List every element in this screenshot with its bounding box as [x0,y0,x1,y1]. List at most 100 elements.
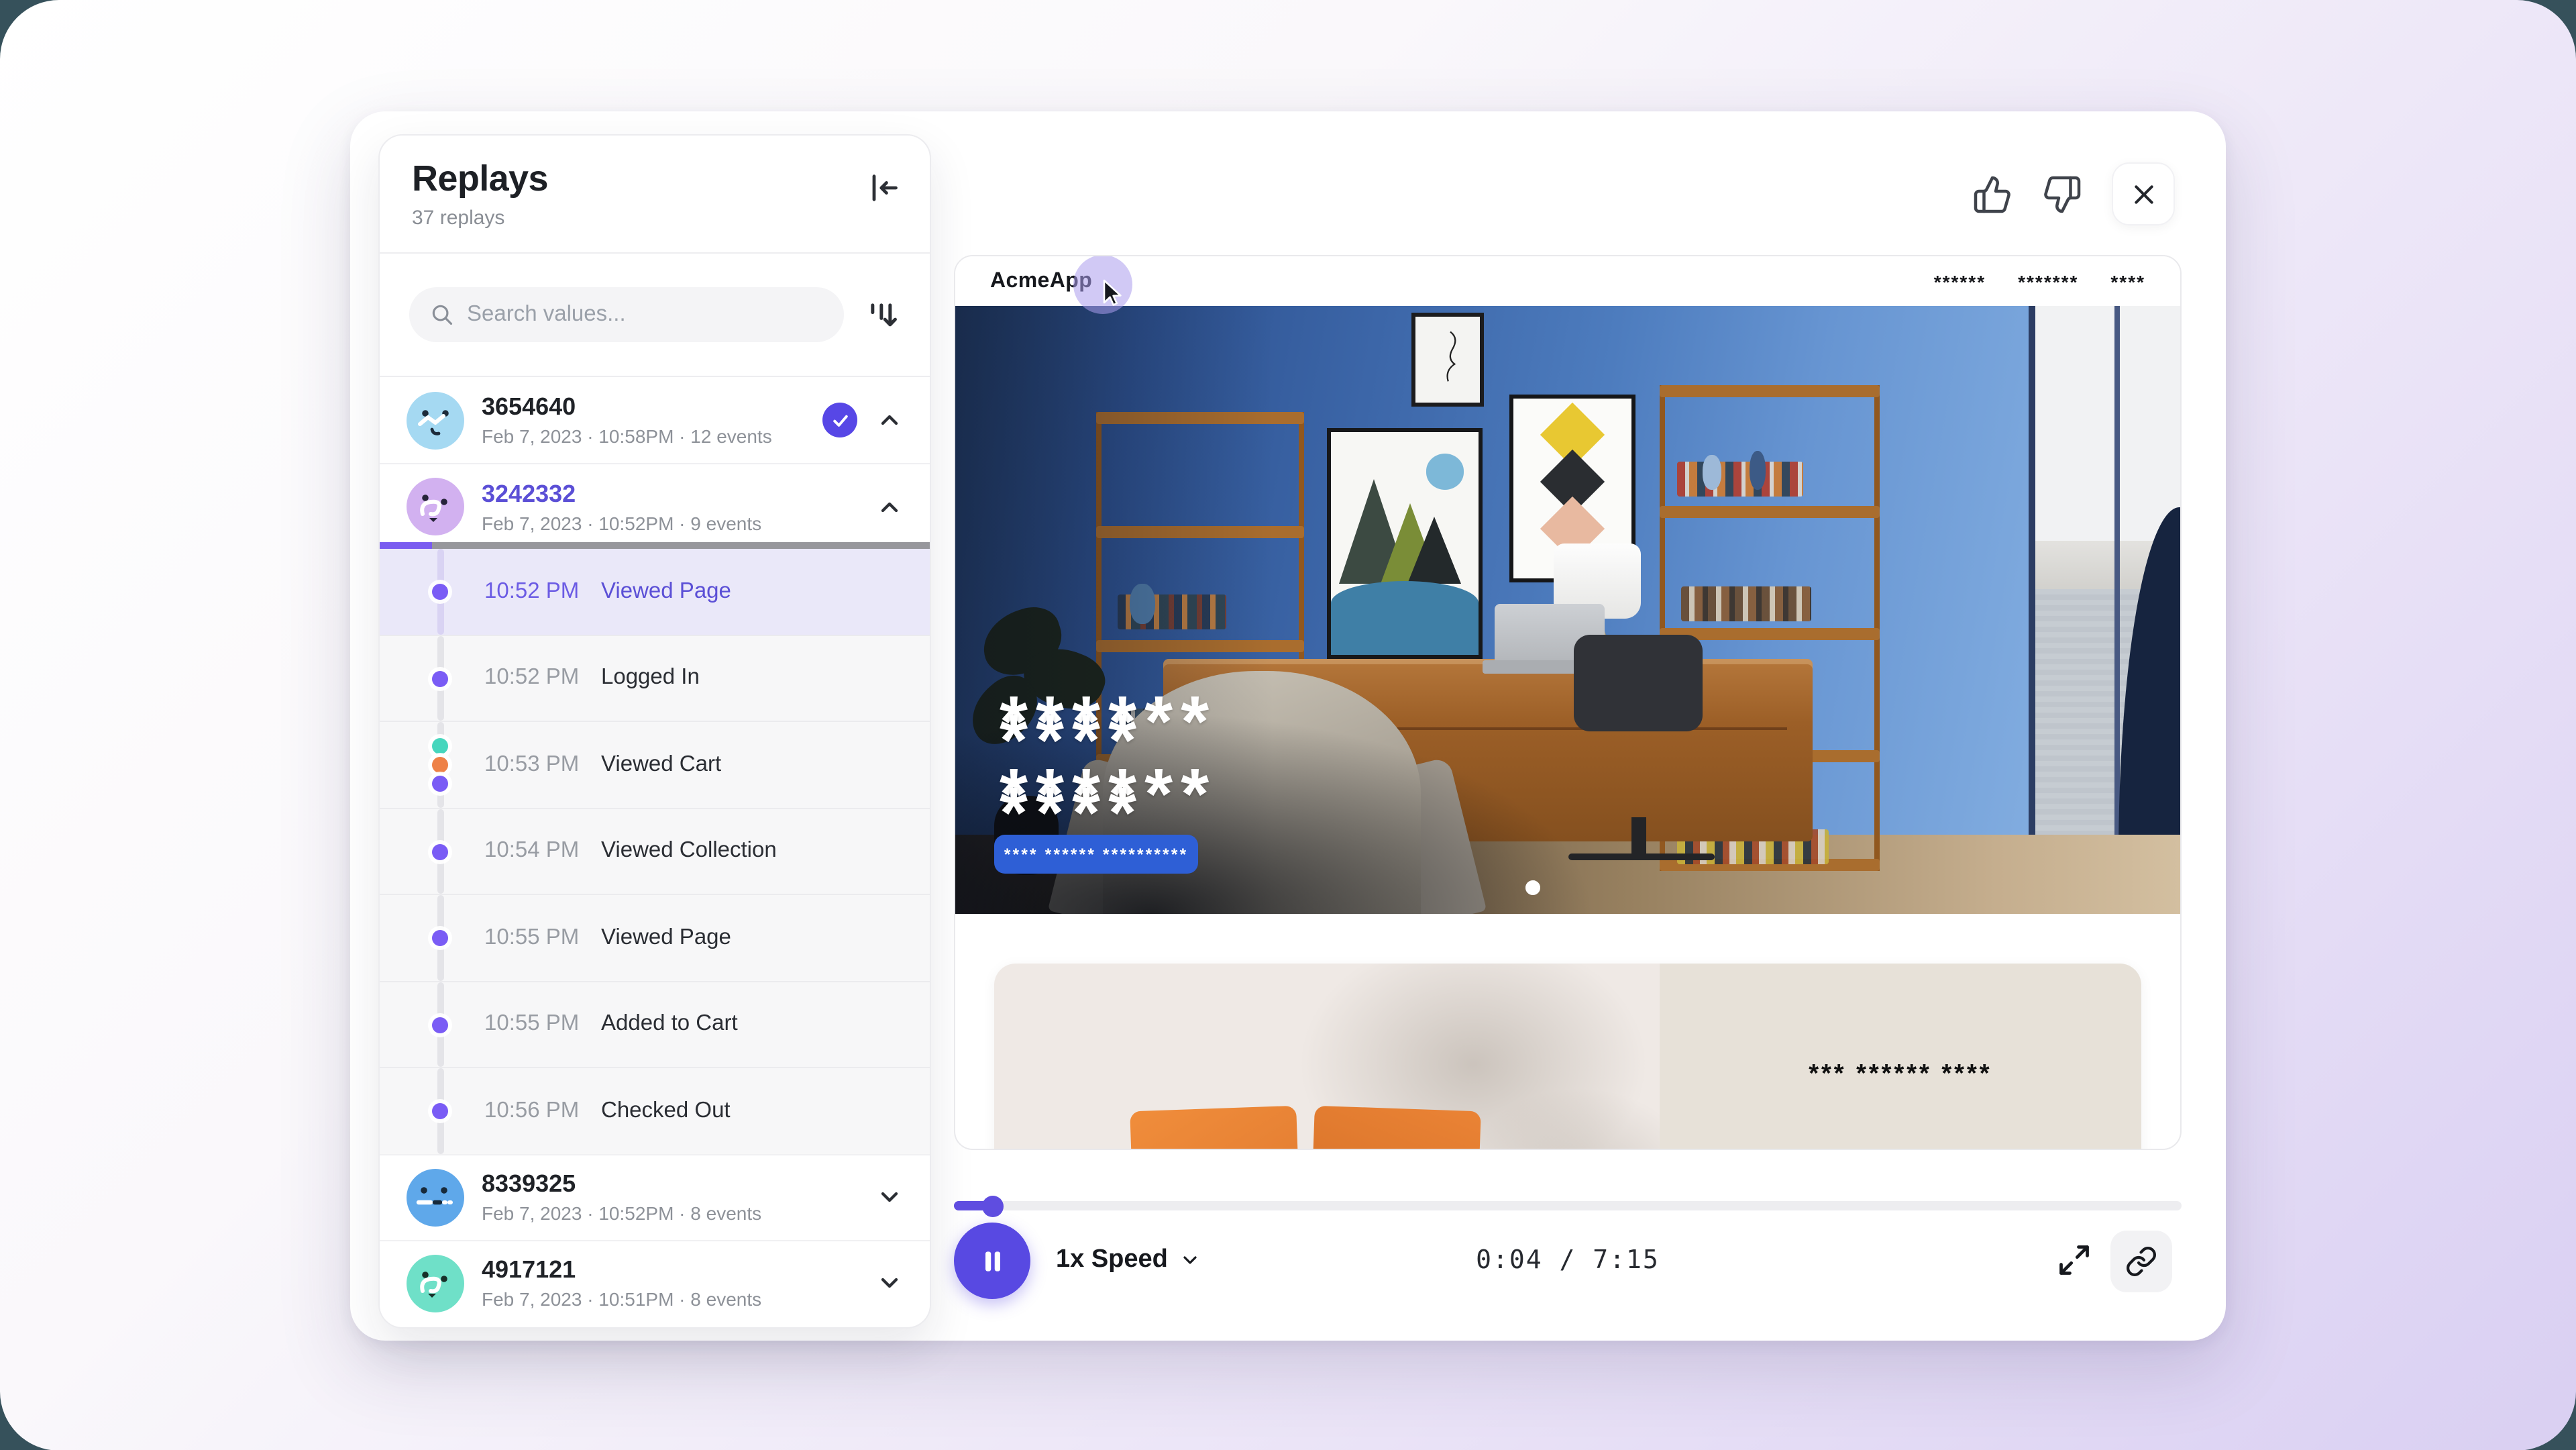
session-controls [876,1184,903,1210]
session-controls [876,493,903,520]
session-controls [876,1270,903,1296]
chevron-down-icon[interactable] [876,1270,903,1296]
event-time: 10:55 PM [484,925,579,951]
hero-cta-button: **** ****** ********** [994,835,1198,874]
replayed-site-topbar: AcmeApp ****** ******* **** [955,256,2180,306]
product-info-panel: *** ****** **** [1660,964,2141,1150]
thumbs-up-icon [1972,174,2012,214]
close-icon [2130,180,2157,207]
page-title: Replays [412,158,898,200]
session-text: 4917121 Feb 7, 2023 · 10:51PM · 8 events [482,1256,761,1310]
session-id: 3242332 [482,480,761,508]
event-name: Viewed Collection [601,839,777,864]
close-button[interactable] [2112,162,2175,225]
collapse-sidebar-button[interactable] [865,170,900,205]
replayed-site-product-card: *** ****** **** [994,964,2141,1150]
playback-progress-bar[interactable] [954,1201,2182,1210]
session-meta: Feb 7, 2023 · 10:58PM · 12 events [482,425,772,447]
event-row[interactable]: 10:54 PM Viewed Collection [380,807,930,894]
event-row[interactable]: 10:52 PM Logged In [380,634,930,721]
fullscreen-button[interactable] [2057,1243,2092,1278]
masked-nav-item: **** [2110,270,2145,292]
masked-product-text: *** ****** **** [1660,1060,2141,1090]
sort-button[interactable] [865,297,900,332]
session-controls [822,403,903,437]
link-icon [2125,1245,2157,1278]
stage: Replays 37 replays [0,0,2576,1450]
replay-cursor-icon [1095,278,1127,310]
player-controls: 1x Speed 0:04 / 7:15 [954,1223,2182,1300]
session-playback-progress [380,542,930,549]
event-row[interactable]: 10:55 PM Viewed Page [380,894,930,980]
event-time: 10:55 PM [484,1012,579,1037]
replay-count: 37 replays [412,207,898,229]
masked-button-label: **** ****** ********** [1004,845,1189,864]
session-row-3242332[interactable]: 3242332 Feb 7, 2023 · 10:52PM · 9 events [380,463,930,549]
session-avatar [407,478,464,535]
event-row[interactable]: 10:52 PM Viewed Page [380,549,930,634]
event-dot [432,1017,448,1033]
sort-descending-icon [865,297,900,332]
search-input[interactable]: Search values... [409,287,844,342]
replay-viewport: AcmeApp ****** ******* **** [954,255,2182,1150]
event-name: Checked Out [601,1098,731,1124]
session-id: 3654640 [482,393,772,421]
search-icon [429,302,455,327]
thumbs-down-icon [2042,174,2082,214]
expand-icon [2057,1243,2092,1278]
event-row[interactable]: 10:55 PM Added to Cart [380,980,930,1067]
event-dot [432,1103,448,1119]
sidebar-header: Replays 37 replays [380,136,930,252]
check-icon [830,410,850,430]
event-time: 10:52 PM [484,579,579,605]
event-row[interactable]: 10:53 PM Viewed Cart [380,721,930,807]
playback-time: 0:04 / 7:15 [954,1245,2182,1275]
event-name: Added to Cart [601,1012,738,1037]
event-name: Viewed Page [601,579,731,605]
feedback-controls [1972,162,2175,225]
masked-text-line: **** **** [1000,705,1144,849]
session-avatar [407,391,464,449]
session-meta: Feb 7, 2023 · 10:52PM · 8 events [482,1202,761,1224]
session-meta: Feb 7, 2023 · 10:51PM · 8 events [482,1288,761,1310]
event-time: 10:56 PM [484,1098,579,1124]
session-text: 3654640 Feb 7, 2023 · 10:58PM · 12 event… [482,393,772,447]
session-text: 3242332 Feb 7, 2023 · 10:52PM · 9 events [482,480,761,533]
carousel-dot [1525,880,1540,894]
session-meta: Feb 7, 2023 · 10:52PM · 9 events [482,512,761,533]
session-row-4917121[interactable]: 4917121 Feb 7, 2023 · 10:51PM · 8 events [380,1239,930,1325]
event-dot-purple [432,776,448,792]
event-row[interactable]: 10:56 PM Checked Out [380,1067,930,1153]
chevron-up-icon[interactable] [876,493,903,520]
session-text: 8339325 Feb 7, 2023 · 10:52PM · 8 events [482,1170,761,1224]
site-nav-masked: ****** ******* **** [1934,270,2145,292]
thumbs-down-button[interactable] [2042,174,2082,214]
replays-sidebar: Replays 37 replays [378,134,931,1329]
chevron-down-icon[interactable] [876,1184,903,1210]
product-photo-sofa [994,964,1660,1150]
masked-nav-item: ****** [1934,270,1986,292]
event-name: Viewed Page [601,925,731,951]
event-dot-teal [432,738,448,754]
session-row-8339325[interactable]: 8339325 Feb 7, 2023 · 10:52PM · 8 events [380,1153,930,1239]
event-name: Viewed Cart [601,752,721,778]
playback-progress-handle[interactable] [983,1195,1004,1216]
session-avatar [407,1254,464,1312]
session-row-3654640[interactable]: 3654640 Feb 7, 2023 · 10:58PM · 12 event… [380,377,930,463]
search-placeholder: Search values... [467,302,626,327]
replayed-site-hero: ****** ****** **** **** **** ****** ****… [955,306,2180,914]
event-name: Logged In [601,666,700,691]
event-time: 10:54 PM [484,839,579,864]
event-dot [432,584,448,600]
thumbs-up-button[interactable] [1972,174,2012,214]
replay-modal: Replays 37 replays [350,111,2226,1341]
session-playback-progress-fill [380,542,432,549]
copy-link-button[interactable] [2110,1231,2172,1292]
session-avatar [407,1168,464,1226]
sofa-cushion [1306,1106,1481,1150]
chevron-up-icon[interactable] [876,407,903,433]
session-id: 8339325 [482,1170,761,1198]
event-dot [432,930,448,946]
masked-nav-item: ******* [2018,270,2078,292]
collapse-left-icon [865,170,900,205]
